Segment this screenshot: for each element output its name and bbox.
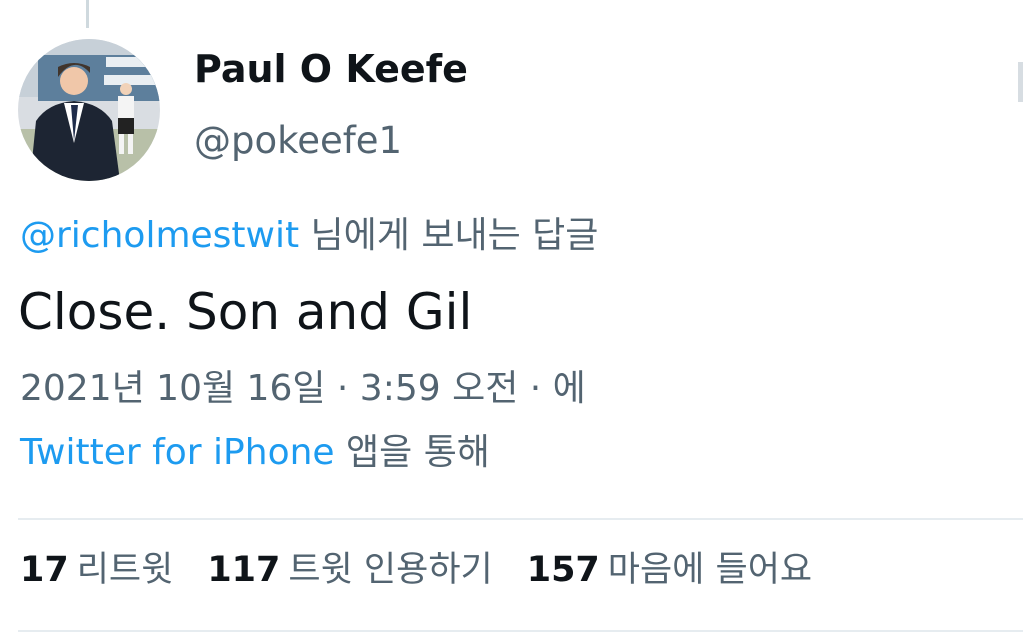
reply-context-label: 님에게 보내는 답글 [299,215,599,256]
tweet-source: Twitter for iPhone 앱을 통해 [20,431,490,474]
scrollbar[interactable] [1018,62,1023,102]
author-handle[interactable]: @pokeefe1 [194,120,402,162]
reply-mention-link[interactable]: @richolmestwit [20,215,299,256]
likes-count: 157 [526,550,600,590]
divider [18,630,1023,632]
retweets-stat[interactable]: 17 리트윗 [20,549,173,591]
avatar-photo-icon [18,39,160,181]
likes-label: 마음에 들어요 [607,550,813,590]
tweet-timestamp[interactable]: 2021년 10월 16일 · 3:59 오전 · 에 [20,367,586,410]
quote-tweets-label: 트윗 인용하기 [288,550,493,590]
engagement-stats: 17 리트윗 117 트윗 인용하기 157 마음에 들어요 [20,549,812,591]
quote-tweets-stat[interactable]: 117 트윗 인용하기 [207,549,492,591]
tweet-detail: Paul O Keefe @pokeefe1 @richolmestwit 님에… [0,0,1023,638]
avatar[interactable] [18,39,160,181]
source-app-link[interactable]: Twitter for iPhone [20,432,335,473]
divider [18,518,1023,520]
retweets-count: 17 [20,550,69,590]
retweets-label: 리트윗 [76,550,174,590]
author-display-name[interactable]: Paul O Keefe [194,48,468,91]
source-suffix: 앱을 통해 [334,432,490,473]
reply-context: @richolmestwit 님에게 보내는 답글 [20,214,598,257]
quote-tweets-count: 117 [207,550,281,590]
likes-stat[interactable]: 157 마음에 들어요 [527,549,812,591]
tweet-text: Close. Son and Gil [18,283,473,341]
thread-connector-line [86,0,89,28]
